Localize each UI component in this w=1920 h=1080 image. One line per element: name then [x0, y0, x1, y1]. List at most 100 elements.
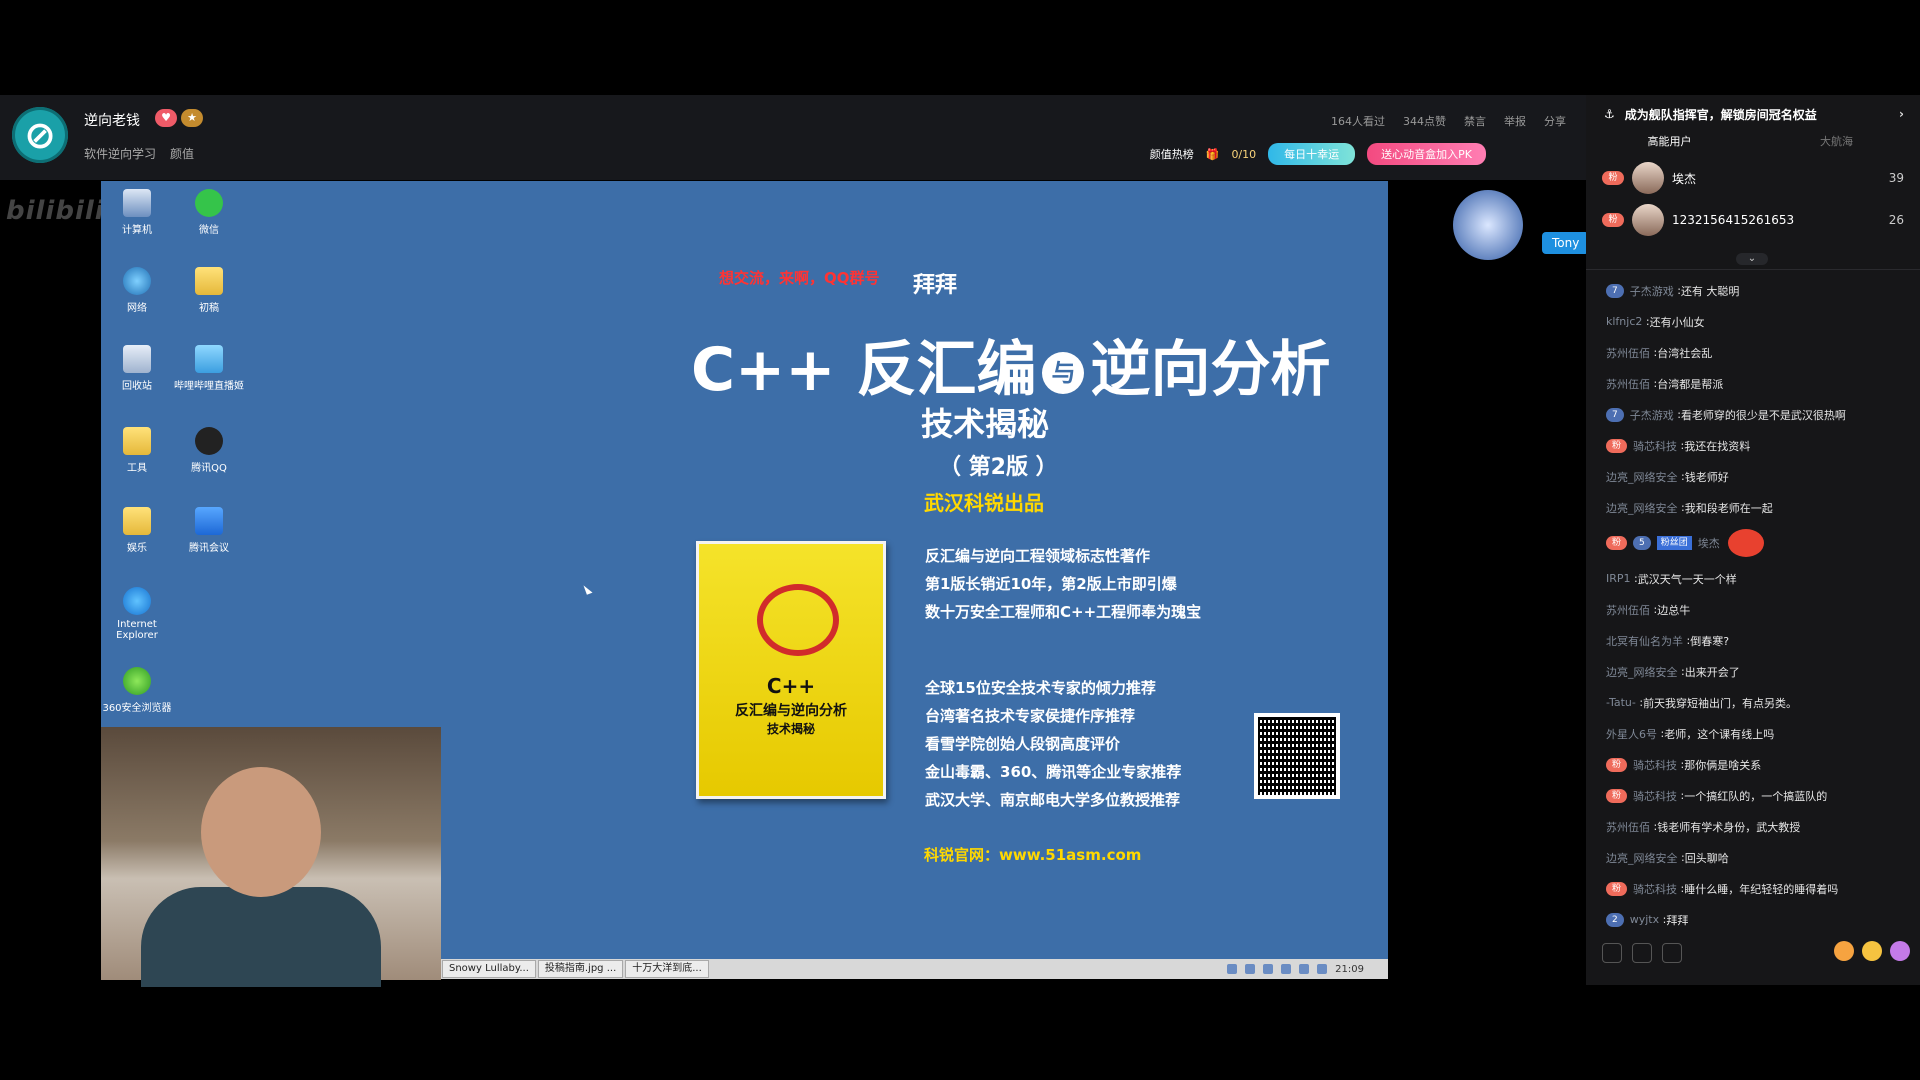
chat-tool-icon[interactable]: [1602, 943, 1622, 963]
pk-button[interactable]: 送心动音盒加入PK: [1367, 143, 1486, 165]
chat-separator: :: [1677, 789, 1685, 802]
folder-icon: [123, 507, 151, 535]
chat-message[interactable]: 7 子杰游戏 : 看老师穿的很少是不是武汉很热啊: [1606, 399, 1906, 430]
like-button[interactable]: 344点赞: [1403, 113, 1446, 129]
settings-tool-icon[interactable]: [1662, 943, 1682, 963]
mute-button[interactable]: 禁言: [1464, 113, 1486, 129]
chat-message[interactable]: 边亮_网络安全 : 我和段老师在一起: [1606, 492, 1906, 523]
chat-message[interactable]: 粉骑芯科技 : 我还在找资料: [1606, 430, 1906, 461]
chat-message[interactable]: 粉 5 粉丝团 埃杰: [1606, 523, 1906, 563]
chat-username: klfnjc2: [1606, 315, 1643, 328]
gift-tool-icon[interactable]: [1632, 943, 1652, 963]
chat-message[interactable]: 边亮_网络安全 : 回头聊哈: [1606, 842, 1906, 873]
chat-separator: :: [1635, 696, 1644, 709]
chat-message[interactable]: 边亮_网络安全 : 钱老师好: [1606, 461, 1906, 492]
chat-separator: :: [1677, 882, 1685, 895]
rank-score: 26: [1888, 213, 1904, 227]
chat-text: 前天我穿短袖出门，有点另类。: [1643, 696, 1798, 710]
level-badge: 2: [1606, 912, 1624, 927]
room-stats: 164人看过 344点赞 禁言 举报 分享: [1331, 113, 1566, 129]
heart-badge-icon: ♥: [155, 109, 177, 127]
chat-message[interactable]: IRP1 : 武汉天气一天一个样: [1606, 563, 1906, 594]
chat-message[interactable]: 苏州伍佰 : 钱老师有学术身份，武大教授: [1606, 811, 1906, 842]
tray-icon: [1263, 964, 1274, 974]
chat-username: 苏州伍佰: [1606, 377, 1650, 391]
share-button[interactable]: 分享: [1544, 113, 1566, 129]
system-tray: 21:09: [1227, 964, 1388, 975]
book-cover-image: C++ 反汇编与逆向分析 技术揭秘: [696, 541, 886, 799]
chat-message[interactable]: 苏州伍佰 : 边总牛: [1606, 594, 1906, 625]
daily-lucky-button[interactable]: 每日十幸运: [1268, 143, 1356, 165]
qq-group-banner: 想交流，来啊，QQ群号: [719, 269, 880, 287]
chat-separator: :: [1673, 284, 1681, 297]
avatar: [1632, 162, 1664, 194]
avatar: [1632, 204, 1664, 236]
chat-username: 外星人6号: [1606, 727, 1657, 741]
chat-separator: :: [1642, 315, 1650, 328]
level-badge: 5: [1633, 536, 1651, 550]
chat-username: 边亮_网络安全: [1606, 470, 1678, 484]
category-link[interactable]: 软件逆向学习: [84, 145, 156, 162]
presenter-body: [141, 887, 381, 987]
chat-separator: :: [1677, 470, 1685, 483]
sticker-icon[interactable]: [1890, 941, 1910, 961]
fleet-promo-banner[interactable]: ⚓ 成为舰队指挥官，解锁房间冠名权益 ›: [1604, 103, 1904, 125]
tab-fleet[interactable]: 大航海: [1753, 133, 1920, 157]
presenter-head: [201, 767, 321, 897]
divider: [1586, 269, 1920, 270]
chat-text: 我和段老师在一起: [1684, 501, 1773, 515]
chat-text: 台湾社会乱: [1657, 346, 1713, 360]
tab-high-energy[interactable]: 高能用户: [1586, 133, 1753, 157]
chat-username: 北冥有仙名为羊: [1606, 634, 1683, 648]
book-publisher: 武汉科锐出品: [924, 491, 1044, 515]
rank-row[interactable]: 粉 1232156415261653 26: [1602, 203, 1904, 237]
desktop-icon-360: 360安全浏览器: [101, 667, 173, 714]
fan-medal-badge: 粉: [1606, 788, 1628, 803]
bye-overlay: 拜拜: [913, 273, 958, 298]
chevron-down-icon[interactable]: ⌄: [1736, 253, 1768, 265]
thumbs-up-icon[interactable]: [1834, 941, 1854, 961]
heat-rank-button[interactable]: 颜值热榜: [1150, 146, 1194, 162]
desktop-icon-entertainment: 娱乐: [101, 507, 173, 554]
desktop-icon-computer: 计算机: [101, 189, 173, 236]
chat-separator: :: [1650, 346, 1658, 359]
mascot-icon[interactable]: [1453, 190, 1523, 260]
fan-badge: 粉: [1602, 213, 1624, 227]
streamer-badges: ♥ ★: [155, 109, 203, 127]
chat-message[interactable]: 粉骑芯科技 : 睡什么睡，年纪轻轻的睡得着吗: [1606, 873, 1906, 904]
video-player[interactable]: bilibili直播 计算机 微信 网络 初稿 回收站 哔哩哔哩直播姬 工具 腾…: [0, 180, 1590, 987]
rank-username: 1232156415261653: [1672, 213, 1795, 227]
category-link[interactable]: 颜值: [170, 145, 194, 162]
emoji-icon[interactable]: [1862, 941, 1882, 961]
chat-message[interactable]: 外星人6号 : 老师，这个课有线上吗: [1606, 718, 1906, 749]
tony-tag[interactable]: Tony: [1542, 232, 1590, 254]
desktop-icon-recycle-bin: 回收站: [101, 345, 173, 392]
viewers-stat: 164人看过: [1331, 115, 1385, 128]
chat-message[interactable]: -Tatu- : 前天我穿短袖出门，有点另类。: [1606, 687, 1906, 718]
chat-message[interactable]: 粉骑芯科技 : 一个搞红队的，一个搞蓝队的: [1606, 780, 1906, 811]
chat-message[interactable]: 粉骑芯科技 : 那你俩是啥关系: [1606, 749, 1906, 780]
tray-icon: [1299, 964, 1310, 974]
mouse-cursor-icon: [583, 583, 593, 595]
chat-text: 钱老师好: [1684, 470, 1729, 484]
taskbar-item: 十万大洋到底...: [625, 960, 709, 978]
chat-message[interactable]: 2 wyjtx : 拜拜: [1606, 904, 1906, 935]
fan-medal-badge: 粉: [1606, 438, 1628, 453]
chat-message[interactable]: 北冥有仙名为羊 : 倒春寒?: [1606, 625, 1906, 656]
chat-username: -Tatu-: [1606, 696, 1636, 709]
chat-text: 老师，这个课有线上吗: [1664, 727, 1775, 741]
chat-username: wyjtx: [1629, 913, 1660, 926]
rank-row[interactable]: 粉 埃杰 39: [1602, 161, 1904, 195]
streamer-avatar[interactable]: ⊘: [12, 107, 68, 163]
streamer-name[interactable]: 逆向老钱: [84, 110, 140, 130]
chat-message[interactable]: 苏州伍佰 : 台湾社会乱: [1606, 337, 1906, 368]
chat-message[interactable]: 边亮_网络安全 : 出来开会了: [1606, 656, 1906, 687]
chat-message[interactable]: klfnjc2 : 还有小仙女: [1606, 306, 1906, 337]
clock: 21:09: [1335, 963, 1364, 975]
chat-text: 还有 大聪明: [1680, 284, 1740, 298]
chat-message[interactable]: 7 子杰游戏 : 还有 大聪明: [1606, 275, 1906, 306]
chat-message[interactable]: 苏州伍佰 : 台湾都是帮派: [1606, 368, 1906, 399]
report-button[interactable]: 举报: [1504, 113, 1526, 129]
qr-code: [1254, 713, 1340, 799]
room-header: ⊘ 逆向老钱 ♥ ★ 软件逆向学习 颜值 164人看过 344点赞 禁言 举报 …: [0, 95, 1586, 180]
